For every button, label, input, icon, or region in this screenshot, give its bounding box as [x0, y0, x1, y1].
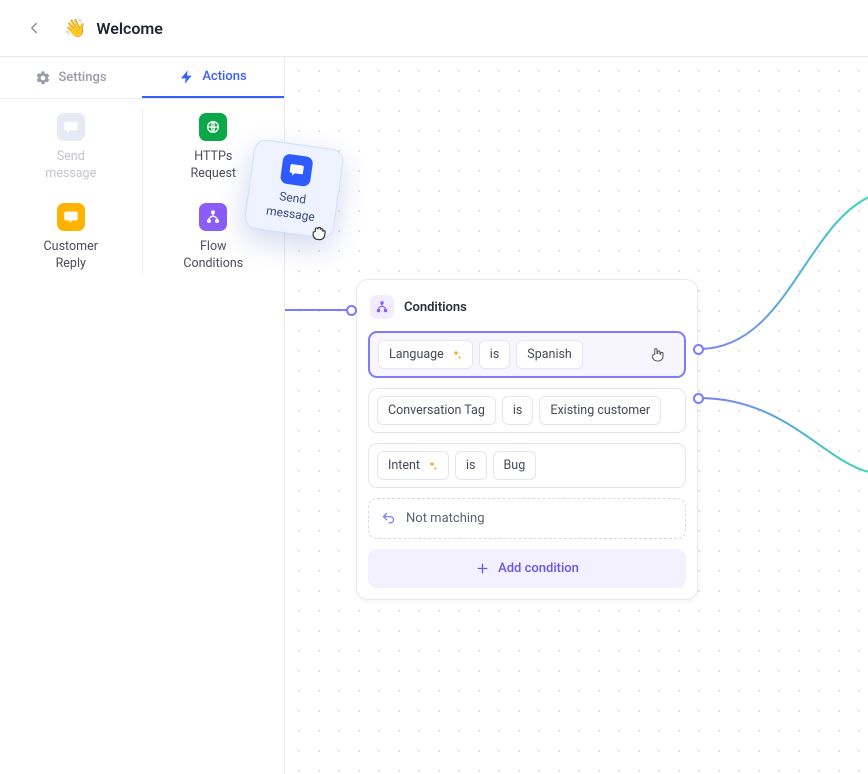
dragging-block-send-message[interactable]: Send message	[243, 138, 345, 240]
condition-value-label: Spanish	[527, 347, 572, 362]
palette-column-left: Send message Customer Reply	[0, 109, 143, 273]
condition-field-chip[interactable]: Intent	[377, 451, 449, 480]
reply-icon	[57, 203, 85, 231]
condition-op-chip[interactable]: is	[479, 340, 511, 369]
block-send-message[interactable]: Send message	[11, 113, 131, 183]
not-matching-row[interactable]: Not matching	[368, 498, 686, 539]
branch-icon	[370, 295, 394, 319]
wave-emoji: 👋	[64, 18, 86, 39]
block-label: Send message	[45, 149, 96, 183]
action-palette: Send message Customer Reply HTTPs Reques…	[0, 99, 284, 283]
app-header: 👋 Welcome	[0, 0, 868, 57]
sparkle-icon	[450, 349, 462, 361]
tab-settings-label: Settings	[58, 70, 106, 85]
add-condition-label: Add condition	[498, 561, 579, 576]
dragging-block-label: Send message	[265, 188, 318, 226]
condition-field-label: Language	[389, 347, 444, 362]
tab-actions-label: Actions	[202, 69, 246, 84]
condition-field-label: Conversation Tag	[388, 403, 485, 418]
row2-output-port[interactable]	[693, 393, 704, 404]
node-header: Conditions	[368, 291, 686, 331]
condition-value-chip[interactable]: Spanish	[516, 340, 583, 369]
title-text: Welcome	[96, 19, 162, 38]
condition-value-label: Existing customer	[550, 403, 650, 418]
condition-row-1[interactable]: Language is Spanish	[368, 331, 686, 378]
sidebar: Settings Actions Send message Customer R…	[0, 57, 285, 774]
pointer-cursor-icon	[648, 346, 666, 364]
not-matching-label: Not matching	[406, 511, 485, 526]
globe-icon	[199, 113, 227, 141]
tab-settings[interactable]: Settings	[0, 57, 142, 98]
condition-op-label: is	[466, 458, 476, 473]
node-title: Conditions	[404, 300, 467, 315]
sidebar-tabs: Settings Actions	[0, 57, 284, 99]
branch-icon	[199, 203, 227, 231]
block-customer-reply[interactable]: Customer Reply	[11, 203, 131, 273]
block-label: Customer Reply	[44, 239, 98, 273]
block-label: HTTPs Request	[191, 149, 237, 183]
condition-row-3[interactable]: Intent is Bug	[368, 443, 686, 488]
back-button[interactable]	[18, 12, 50, 44]
condition-row-2[interactable]: Conversation Tag is Existing customer	[368, 388, 686, 433]
loop-back-icon	[381, 511, 396, 526]
chat-bubble-icon	[57, 113, 85, 141]
condition-value-chip[interactable]: Bug	[493, 451, 537, 480]
chat-bubble-icon	[280, 154, 314, 188]
condition-value-chip[interactable]: Existing customer	[539, 396, 661, 425]
condition-op-chip[interactable]: is	[455, 451, 487, 480]
node-conditions[interactable]: Conditions Language is Spanish Conversat…	[356, 279, 698, 600]
block-label: Flow Conditions	[183, 239, 243, 273]
condition-op-chip[interactable]: is	[502, 396, 534, 425]
condition-value-label: Bug	[504, 458, 526, 473]
condition-field-chip[interactable]: Language	[378, 340, 473, 369]
arrow-left-icon	[25, 19, 43, 37]
row1-output-port[interactable]	[693, 344, 704, 355]
gear-icon	[35, 70, 51, 86]
plus-icon	[475, 561, 490, 576]
condition-field-label: Intent	[388, 458, 420, 473]
bolt-icon	[179, 69, 195, 85]
condition-op-label: is	[513, 403, 523, 418]
grab-cursor-icon	[308, 222, 331, 245]
sparkle-icon	[426, 460, 438, 472]
page-title: 👋 Welcome	[64, 18, 163, 39]
add-condition-button[interactable]: Add condition	[368, 549, 686, 588]
flow-canvas[interactable]: Send message Conditions Language is Span…	[285, 57, 868, 774]
node-input-port[interactable]	[346, 305, 357, 316]
tab-actions[interactable]: Actions	[142, 57, 284, 98]
condition-field-chip[interactable]: Conversation Tag	[377, 396, 496, 425]
condition-op-label: is	[490, 347, 500, 362]
